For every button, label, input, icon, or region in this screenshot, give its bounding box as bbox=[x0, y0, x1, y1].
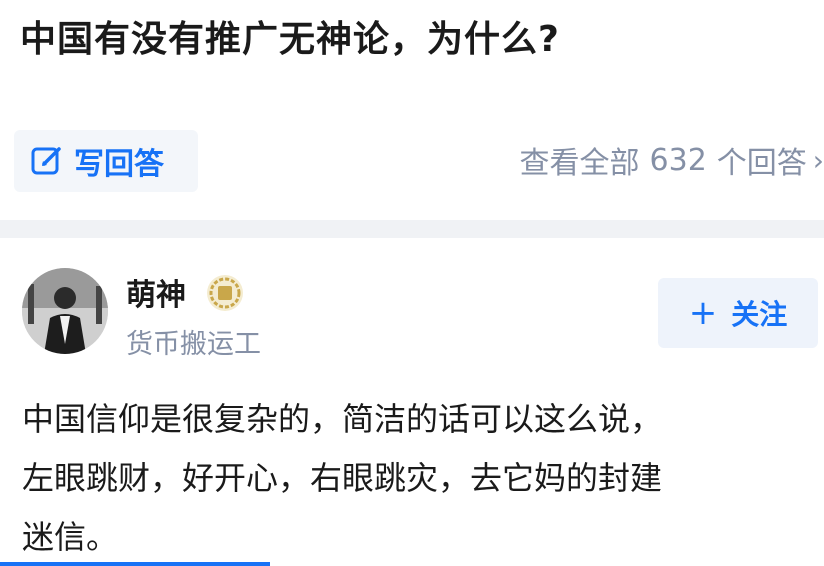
author-name[interactable]: 萌神 bbox=[126, 270, 186, 314]
scroll-indicator bbox=[0, 562, 270, 566]
view-all-answers-link[interactable]: 查看全部 632 个回答 › bbox=[520, 138, 824, 182]
answer-line: 左眼跳财，好开心，右眼跳灾，去它妈的封建 bbox=[22, 459, 663, 497]
follow-label: 关注 bbox=[731, 298, 788, 331]
edit-icon bbox=[31, 147, 61, 175]
section-divider bbox=[0, 220, 824, 238]
author-headline: 货币搬运工 bbox=[126, 329, 261, 360]
view-all-prefix: 查看全部 bbox=[519, 146, 640, 181]
answer-line: 迷信。 bbox=[22, 518, 119, 556]
avatar-image bbox=[22, 268, 108, 354]
view-all-suffix: 个回答 bbox=[716, 146, 807, 181]
write-answer-button[interactable]: 写回答 bbox=[14, 130, 198, 192]
answer-count: 632 bbox=[649, 142, 707, 178]
answer-line: 中国信仰是很复杂的，简洁的话可以这么说， bbox=[22, 400, 663, 438]
write-answer-label: 写回答 bbox=[74, 147, 164, 182]
follow-button[interactable]: + 关注 bbox=[658, 278, 818, 348]
answer-page: 中国有没有推广无神论，为什么? 写回答 查看全部 632 个回答 › 萌神 货币… bbox=[0, 0, 824, 566]
question-title[interactable]: 中国有没有推广无神论，为什么? bbox=[20, 10, 560, 62]
plus-icon: + bbox=[688, 293, 718, 333]
chevron-right-icon: › bbox=[812, 143, 824, 177]
answer-content[interactable]: 中国信仰是很复杂的，简洁的话可以这么说， 左眼跳财，好开心，右眼跳灾，去它妈的封… bbox=[22, 390, 822, 566]
verified-badge-icon bbox=[207, 275, 243, 311]
avatar[interactable] bbox=[22, 268, 108, 354]
